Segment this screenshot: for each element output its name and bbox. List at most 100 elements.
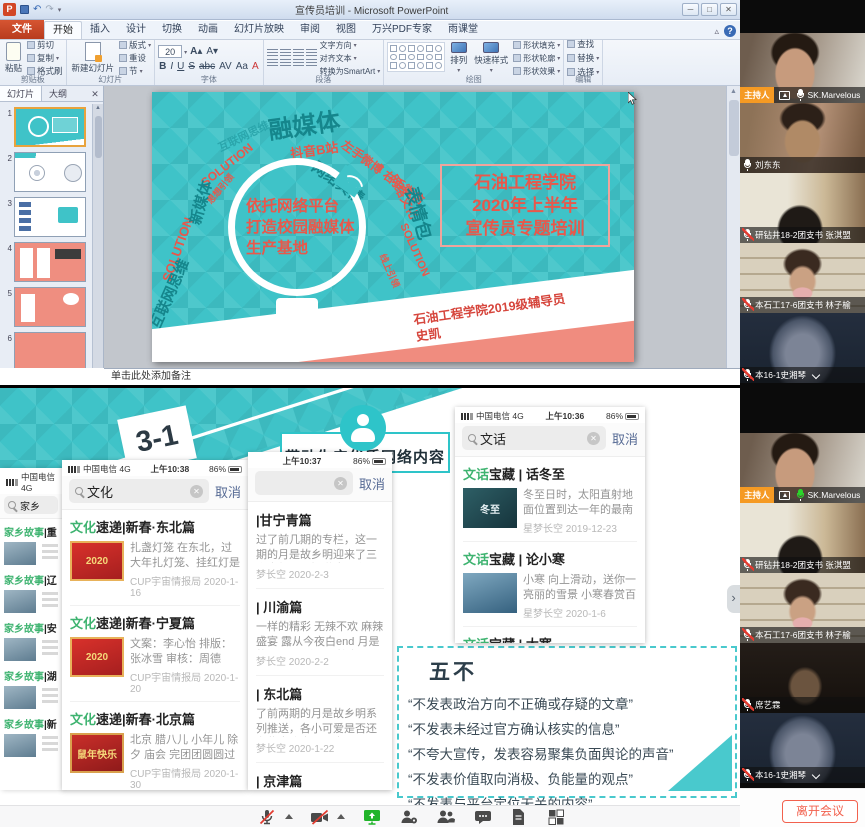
participant-tile[interactable]: 席艺霖 [740, 643, 865, 713]
search-result[interactable]: 文化速递|新春·北京篇 鼠年快乐 北京 腊八儿 小年儿 除夕 庙会 完团团圆圆过… [70, 702, 240, 790]
ribbon-tab[interactable]: 设计 [118, 21, 154, 39]
mute-mic-button[interactable] [258, 808, 278, 826]
search-result[interactable]: 文话宝藏 | 论小寒 小寒 向上滑动，送你一亮丽的雪景 小寒春赏百花冬观雪，醒亦… [463, 542, 637, 627]
chevron-down-icon[interactable] [812, 371, 820, 379]
clear-search-icon[interactable] [587, 432, 600, 445]
search-result[interactable]: |甘宁青篇 过了前几期的专栏，这一期的月是故乡明迎来了三个省份，不知道这三个..… [256, 502, 384, 589]
font-size-input[interactable]: 20 [158, 45, 182, 58]
search-result[interactable]: 家乡故事|新 [4, 711, 58, 759]
search-result[interactable]: 家乡故事|安 [4, 615, 58, 663]
clear-search-icon[interactable] [334, 477, 347, 490]
file-tab[interactable]: 文件 [0, 20, 44, 39]
cut-button[interactable]: 剪切 [27, 39, 63, 51]
search-result[interactable]: 家乡故事|辽 [4, 567, 58, 615]
notes-pane[interactable]: 单击此处添加备注 [104, 368, 740, 385]
redo-icon[interactable] [45, 4, 53, 15]
quick-styles-button[interactable]: 快速样式 [472, 42, 510, 74]
ribbon-tab[interactable]: 插入 [82, 21, 118, 39]
search-result[interactable]: 文话宝藏 | 话冬至 冬至 冬至日时，太阳直射地面位置到达一年的最南端，北半球得… [463, 457, 637, 542]
help-icon[interactable]: ? [724, 25, 736, 37]
cancel-button[interactable]: 取消 [215, 482, 241, 501]
bold-button[interactable]: B [158, 61, 167, 72]
close-button[interactable] [720, 3, 737, 16]
ribbon-tab[interactable]: 视图 [328, 21, 364, 39]
search-input[interactable] [255, 471, 353, 495]
save-icon[interactable] [20, 5, 29, 14]
panel-scrollbar[interactable] [92, 104, 103, 368]
grow-font-icon[interactable]: A▴ [189, 46, 203, 57]
title-bar[interactable]: P 宣传员培训 - Microsoft PowerPoint [0, 0, 740, 20]
align-text-button[interactable]: 对齐文本 [320, 53, 381, 64]
layout-button[interactable] [547, 808, 567, 826]
ribbon-tab[interactable]: 动画 [190, 21, 226, 39]
slide-editor[interactable]: 融媒体抖音B站左手微博 右手微信网络舆情网络文化表情包SOLUTION互联网思维… [152, 92, 634, 362]
undo-icon[interactable] [33, 4, 41, 15]
search-result[interactable]: 家乡故事|重 [4, 519, 58, 567]
replace-button[interactable]: 替换 [567, 52, 599, 64]
search-result[interactable]: 文话宝藏 | 大寒 这次的新型冠状病毒不是sars，也不是mers，对于这种新型… [463, 627, 637, 643]
slide-thumbnail[interactable]: 5 [0, 284, 92, 329]
shape-outline-button[interactable]: 形状轮廓 [513, 53, 560, 64]
underline-button[interactable]: U [176, 61, 185, 72]
italic-button[interactable]: I [169, 61, 174, 72]
search-result[interactable]: 家乡故事|湖 [4, 663, 58, 711]
find-button[interactable]: 查找 [567, 38, 599, 50]
line-spacing-icon[interactable] [306, 49, 317, 58]
search-result[interactable]: 文化速递|新春·东北篇 2020 扎盏灯笼 在东北，过大年扎灯笼、挂红灯是人们最… [70, 510, 240, 606]
chat-button[interactable] [473, 808, 493, 826]
participant-tile[interactable]: 本石工17-6团支书 林子榆 [740, 573, 865, 643]
share-screen-button[interactable] [362, 808, 382, 826]
ribbon-tab[interactable]: 切换 [154, 21, 190, 39]
shape-fill-button[interactable]: 形状填充 [513, 40, 560, 51]
ribbon-tab[interactable]: 幻灯片放映 [226, 21, 292, 39]
search-input[interactable]: 文化 [69, 479, 209, 503]
cancel-button[interactable]: 取消 [612, 429, 638, 448]
leave-meeting-button[interactable]: 离开会议 [782, 800, 858, 823]
chevron-down-icon[interactable] [812, 771, 820, 779]
ribbon-tab[interactable]: 开始 [44, 21, 82, 39]
docs-button[interactable] [510, 808, 530, 826]
participant-tile[interactable]: 主持人 SK.Marvelous [740, 433, 865, 503]
slide-thumbnail[interactable]: 6 [0, 329, 92, 368]
mic-options-caret[interactable] [285, 814, 293, 819]
collapse-ribbon-icon[interactable] [714, 26, 719, 37]
participant-tile[interactable]: 主持人 SK.Marvelous [740, 33, 865, 103]
minimize-button[interactable] [682, 3, 699, 16]
clear-search-icon[interactable] [190, 485, 203, 498]
participant-tile[interactable]: 本16-1史湘琴 [740, 313, 865, 383]
shrink-font-icon[interactable]: A▾ [205, 46, 219, 57]
slide-thumbnail[interactable]: 3 [0, 194, 92, 239]
participant-tile[interactable]: 本16-1史湘琴 [740, 713, 865, 783]
camera-options-caret[interactable] [337, 814, 345, 819]
font-color-icon[interactable]: A [251, 61, 260, 72]
paste-button[interactable]: 粘贴 [3, 42, 24, 74]
strikethrough-button[interactable]: S [187, 61, 196, 72]
slide-thumbnail[interactable]: 2 [0, 149, 92, 194]
canvas-scrollbar[interactable] [726, 86, 740, 368]
maximize-button[interactable] [701, 3, 718, 16]
host-tools-button[interactable] [399, 808, 419, 826]
ribbon-tab[interactable]: 审阅 [292, 21, 328, 39]
align-left-icon[interactable] [267, 59, 278, 68]
reset-button[interactable]: 重设 [119, 52, 151, 64]
collapse-panel-arrow[interactable] [727, 585, 740, 613]
layout-button[interactable]: 版式 [119, 39, 151, 51]
text-direction-button[interactable]: 文字方向 [320, 40, 381, 51]
search-result[interactable]: | 京津篇 020 happy new ye 滑动查看更多图片 论你漂泊在何处 … [256, 763, 384, 790]
numbering-icon[interactable] [280, 49, 291, 58]
new-slide-button[interactable]: 新建幻灯片 [70, 42, 117, 74]
tab-slides[interactable]: 幻灯片 [0, 86, 42, 101]
search-input[interactable]: 文话 [462, 426, 606, 450]
search-result[interactable]: | 东北篇 了前两期的月是故乡明系列推送，各小可爱是否还有些意犹未尽，本期...… [256, 676, 384, 763]
participant-tile[interactable]: 研钻井18-2团支书 张淇盟 [740, 503, 865, 573]
shapes-gallery[interactable] [387, 42, 445, 72]
ribbon-tab[interactable]: 雨课堂 [440, 21, 486, 39]
justify-icon[interactable] [306, 59, 317, 68]
shadow-button[interactable]: abc [198, 61, 216, 72]
bullets-icon[interactable] [267, 49, 278, 58]
tab-outline[interactable]: 大纲 [42, 86, 74, 101]
char-spacing-icon[interactable]: AV [218, 61, 233, 72]
ribbon-tab[interactable]: 万兴PDF专家 [364, 21, 440, 39]
participant-tile[interactable]: 刘东东 [740, 103, 865, 173]
indent-icon[interactable] [293, 49, 304, 58]
